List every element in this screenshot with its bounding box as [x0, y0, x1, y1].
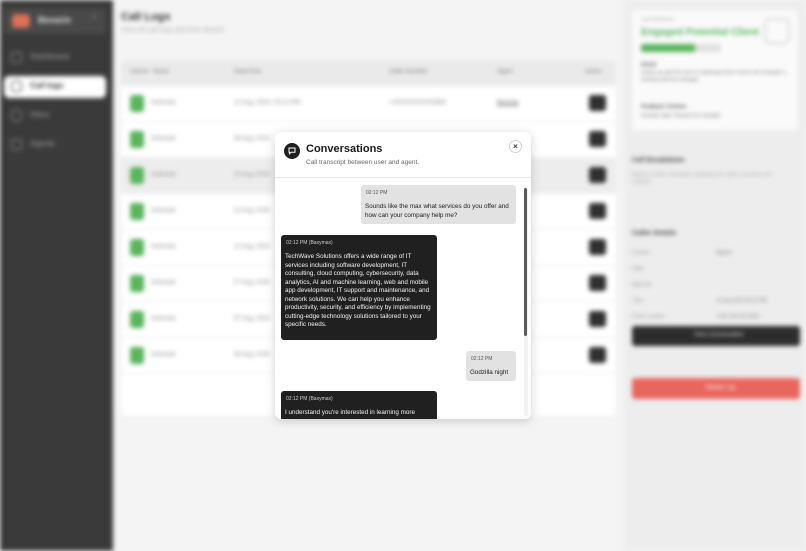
- close-icon[interactable]: ×: [509, 140, 522, 153]
- message-time: 02:12 PM (Baxymax): [286, 240, 333, 246]
- scrollbar[interactable]: [524, 186, 528, 416]
- message-time: 02:12 PM (Baxymax): [286, 396, 333, 402]
- user-message: 02:12 PM Sounds like the max what servic…: [361, 185, 516, 224]
- agent-message: 02:12 PM (Baxymax) I understand you're i…: [281, 391, 437, 419]
- transcript-scroll-area[interactable]: 02:12 PM Sounds like the max what servic…: [275, 178, 531, 419]
- conversations-modal: Conversations Call transcript between us…: [275, 132, 531, 419]
- modal-subtitle: Call transcript between user and agent.: [306, 159, 420, 166]
- user-message: 02:12 PM Godzilla night: [466, 351, 516, 381]
- message-time: 02:12 PM: [366, 190, 388, 196]
- scrollbar-thumb[interactable]: [524, 188, 527, 336]
- message-text: Godzilla night: [470, 369, 509, 376]
- agent-message: 02:12 PM (Baxymax) TechWave Solutions of…: [281, 235, 437, 340]
- message-text: I understand you're interested in learni…: [285, 409, 416, 416]
- message-time: 02:12 PM: [471, 356, 493, 362]
- chat-bubble-icon: [284, 143, 300, 159]
- message-text: Sounds like the max what services do you…: [365, 203, 509, 219]
- modal-title: Conversations: [306, 143, 383, 155]
- message-text: TechWave Solutions offers a wide range o…: [285, 253, 431, 328]
